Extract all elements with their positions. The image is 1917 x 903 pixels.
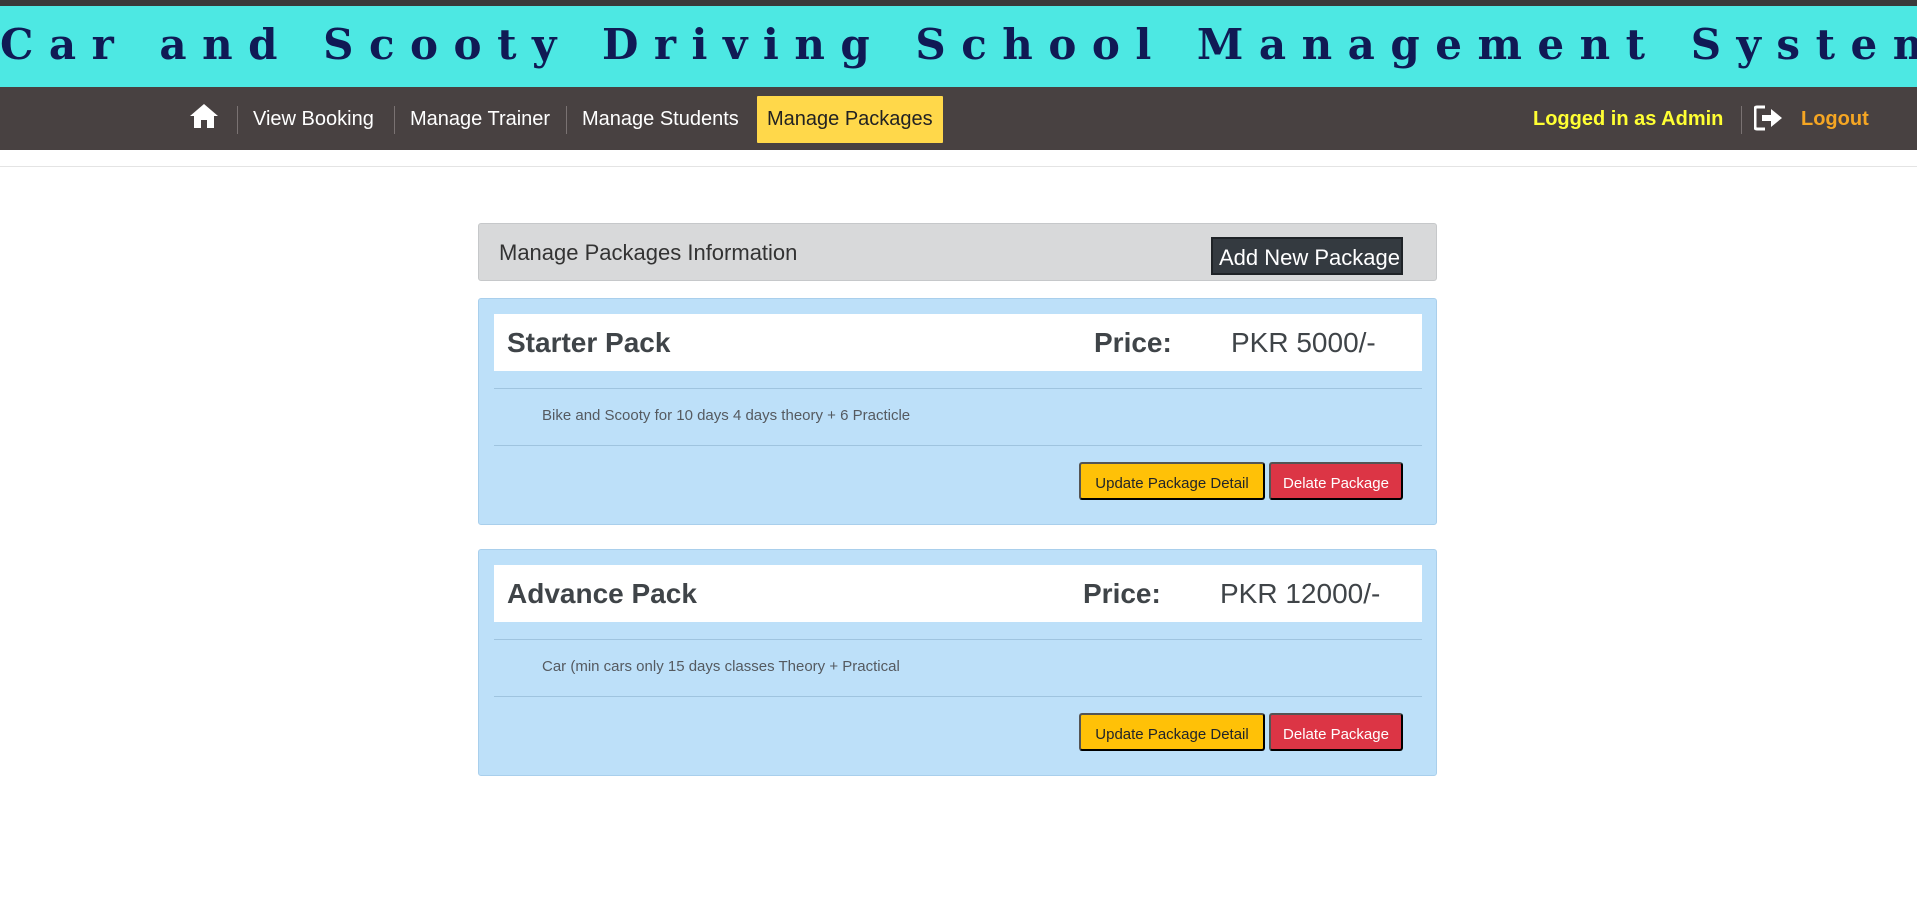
nav-view-booking[interactable]: View Booking (253, 96, 374, 143)
update-package-button[interactable]: Update Package Detail (1079, 462, 1265, 500)
nav-manage-students[interactable]: Manage Students (582, 96, 739, 143)
package-price: PKR 12000/- (1220, 578, 1381, 609)
package-price: PKR 5000/- (1231, 327, 1376, 358)
card-divider (494, 388, 1422, 389)
update-package-button[interactable]: Update Package Detail (1079, 713, 1265, 751)
nav-separator (237, 106, 238, 134)
price-label: Price: (1083, 578, 1161, 609)
delete-package-button[interactable]: Delate Package (1269, 462, 1403, 500)
section-title: Manage Packages Information (499, 240, 798, 265)
nav-separator (394, 106, 395, 134)
logout-link[interactable]: Logout (1801, 96, 1869, 143)
package-header: Starter Pack Price: PKR 5000/- (494, 314, 1422, 371)
nav-manage-packages[interactable]: Manage Packages (757, 96, 943, 143)
main-navbar: View Booking Manage Trainer Manage Stude… (0, 87, 1917, 150)
package-description: Bike and Scooty for 10 days 4 days theor… (542, 407, 911, 424)
nav-separator (1741, 106, 1742, 134)
nav-separator (566, 106, 567, 134)
nav-manage-trainer[interactable]: Manage Trainer (410, 96, 550, 143)
delete-package-button[interactable]: Delate Package (1269, 713, 1403, 751)
title-banner: Car and Scooty Driving School Management… (0, 6, 1917, 87)
logged-in-status: Logged in as Admin (1533, 108, 1724, 130)
package-description: Car (min cars only 15 days classes Theor… (542, 658, 900, 675)
divider (0, 166, 1917, 167)
home-icon[interactable] (189, 102, 219, 132)
sign-out-icon[interactable] (1753, 104, 1784, 132)
add-new-package-button[interactable]: Add New Package (1211, 237, 1403, 275)
app-title: Car and Scooty Driving School Management… (0, 20, 1917, 69)
package-card: Starter Pack Price: PKR 5000/- Bike and … (478, 298, 1437, 525)
package-name: Starter Pack (507, 327, 671, 358)
card-divider (494, 696, 1422, 697)
price-label: Price: (1094, 327, 1172, 358)
card-divider (494, 445, 1422, 446)
packages-header-card: Manage Packages Information Add New Pack… (478, 223, 1437, 281)
package-name: Advance Pack (507, 578, 697, 609)
package-header: Advance Pack Price: PKR 12000/- (494, 565, 1422, 622)
package-card: Advance Pack Price: PKR 12000/- Car (min… (478, 549, 1437, 776)
card-divider (494, 639, 1422, 640)
